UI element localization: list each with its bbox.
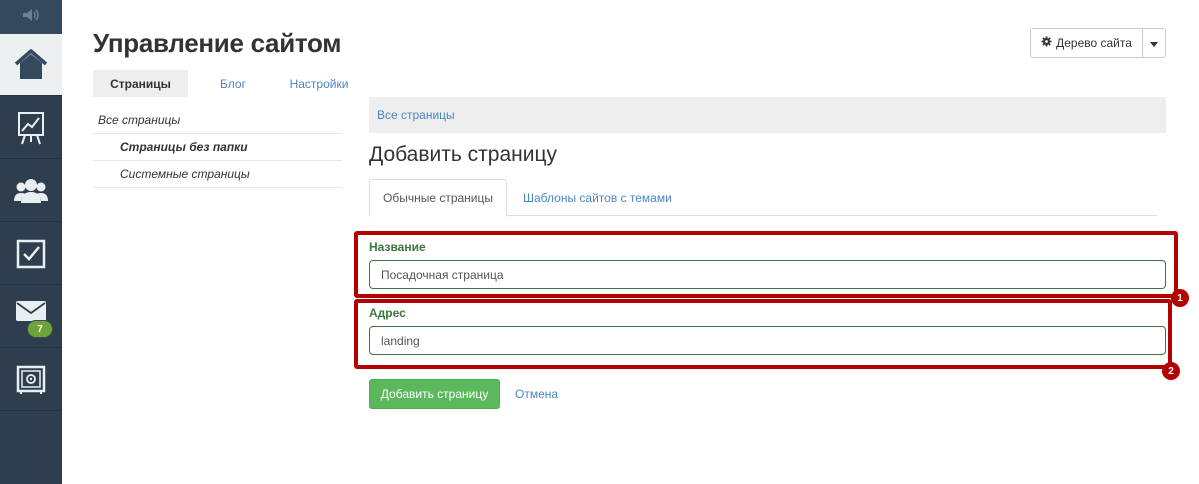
address-input[interactable] [369, 326, 1166, 355]
sidebar-item-tasks[interactable] [0, 223, 62, 285]
tab-pages[interactable]: Страницы [93, 70, 188, 97]
form-tabs: Обычные страницы Шаблоны сайтов с темами [369, 179, 1157, 217]
form-title: Добавить страницу [369, 143, 557, 166]
tab-regular-pages[interactable]: Обычные страницы [369, 179, 507, 217]
left-sidebar: 7 [0, 0, 62, 484]
cancel-link[interactable]: Отмена [515, 387, 558, 401]
page-tree: Все страницы Страницы без папки Системны… [93, 107, 342, 188]
name-field-label: Название [369, 240, 426, 254]
sidebar-item-settings[interactable] [0, 349, 62, 411]
sidebar-item-analytics[interactable] [0, 97, 62, 159]
breadcrumb-link-all-pages[interactable]: Все страницы [377, 108, 455, 122]
annotation-marker-1: 1 [1171, 289, 1189, 307]
speaker-icon [21, 8, 41, 27]
mail-unread-badge: 7 [27, 320, 53, 338]
chart-icon [17, 111, 45, 145]
home-icon [14, 48, 48, 81]
add-page-button[interactable]: Добавить страницу [369, 379, 500, 409]
name-input[interactable] [369, 260, 1166, 289]
sidebar-item-contacts[interactable] [0, 160, 62, 222]
breadcrumb: Все страницы [369, 97, 1166, 133]
tab-blog[interactable]: Блог [188, 70, 278, 97]
tree-item-system-pages[interactable]: Системные страницы [93, 161, 342, 188]
top-tabs: Страницы Блог Настройки [93, 70, 360, 97]
sidebar-item-mail[interactable]: 7 [0, 286, 62, 348]
users-icon [14, 177, 48, 205]
page-title: Управление сайтом [93, 28, 342, 58]
sidebar-item-home[interactable] [0, 34, 62, 96]
tab-site-templates[interactable]: Шаблоны сайтов с темами [523, 179, 672, 216]
checkbox-icon [16, 239, 46, 269]
site-tree-button[interactable]: Дерево сайта [1031, 29, 1143, 57]
mail-icon [15, 300, 47, 322]
site-tree-dropdown-toggle[interactable] [1143, 29, 1165, 57]
site-tree-button-group: Дерево сайта [1030, 28, 1166, 58]
sidebar-top-speaker[interactable] [0, 0, 62, 34]
tree-item-pages-without-folder[interactable]: Страницы без папки [93, 134, 342, 161]
gear-icon [1041, 36, 1052, 50]
site-tree-button-label: Дерево сайта [1056, 36, 1132, 50]
tab-settings[interactable]: Настройки [278, 70, 360, 97]
address-field-label: Адрес [369, 306, 406, 320]
annotation-marker-2: 2 [1162, 362, 1180, 380]
tree-item-all-pages[interactable]: Все страницы [93, 107, 342, 134]
caret-down-icon [1150, 36, 1158, 50]
safe-icon [16, 365, 46, 395]
